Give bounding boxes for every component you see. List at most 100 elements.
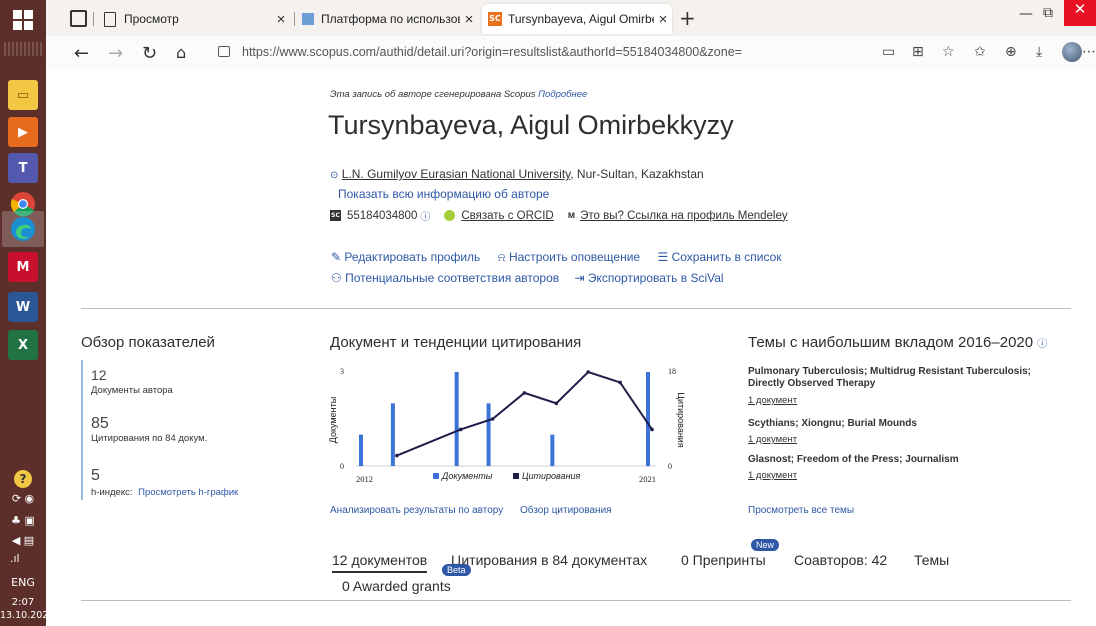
citation-point: [458, 427, 463, 432]
favorite-star-icon[interactable]: ☆: [942, 44, 955, 60]
save-to-list-button[interactable]: ☰ Сохранить в список: [657, 250, 781, 264]
set-alert-button[interactable]: ⍾ Настроить оповещение: [498, 250, 640, 264]
export-scival-button[interactable]: ⇥ Экспортировать в SciVal: [574, 271, 723, 285]
lock-icon[interactable]: [218, 46, 230, 57]
downloads-icon[interactable]: ⤓: [1036, 44, 1042, 60]
topics-info-icon[interactable]: ⓘ: [1037, 339, 1047, 350]
tray-icons-row-1[interactable]: ⟳ ◉: [0, 492, 46, 505]
citations-label: Цитирования по 84 докум.: [91, 433, 208, 444]
y-tick-bottom: 0: [340, 462, 344, 471]
edit-profile-button[interactable]: ✎ Редактировать профиль: [331, 250, 480, 264]
actions-row-1: ✎ Редактировать профиль ⍾ Настроить опов…: [331, 250, 782, 265]
tab-label: Платформа по использовани: [321, 12, 460, 26]
tab-preprints[interactable]: 0 Препринты: [681, 552, 766, 568]
tray-icons-row-3[interactable]: ◀ ▤: [0, 534, 46, 547]
documents-count: 12: [91, 367, 107, 383]
topic-name: Pulmonary Tuberculosis; Multidrug Resist…: [748, 366, 1031, 389]
author-name: Tursynbayeva, Aigul Omirbekkyzy: [328, 110, 734, 140]
new-tab-button[interactable]: +: [679, 6, 696, 30]
mendeley-link[interactable]: Это вы? Ссылка на профиль Mendeley: [580, 210, 787, 222]
author-id: 55184034800: [347, 209, 418, 222]
clock-time[interactable]: 2:07: [0, 597, 46, 608]
orcid-icon: [444, 210, 456, 221]
home-icon[interactable]: ⌂: [176, 43, 186, 62]
document-bar: [646, 372, 650, 466]
more-menu-icon[interactable]: ⋯: [1082, 44, 1096, 60]
citation-overview-link[interactable]: Обзор цитирования: [520, 505, 612, 516]
edge-icon[interactable]: [8, 214, 38, 244]
tab-topics[interactable]: Темы: [914, 552, 949, 568]
reader-view-icon[interactable]: ▭: [882, 44, 895, 60]
forward-icon[interactable]: →: [108, 43, 123, 64]
more-link[interactable]: Подробнее: [538, 89, 587, 100]
collections-icon[interactable]: ⊕: [1005, 44, 1017, 60]
profile-avatar[interactable]: [1062, 42, 1082, 62]
citation-point: [554, 401, 559, 406]
excel-icon[interactable]: X: [8, 330, 38, 360]
save-to-list-label: Сохранить в список: [671, 250, 782, 264]
tab-awarded-grants[interactable]: 0 Awarded grants: [342, 578, 451, 594]
view-all-topics-link[interactable]: Просмотреть все темы: [748, 505, 854, 516]
topic-doc-count-link[interactable]: 1 документ: [748, 470, 1068, 481]
info-icon[interactable]: ⓘ: [420, 208, 430, 223]
h-graph-link[interactable]: Просмотреть h-график: [138, 487, 238, 498]
close-window-button[interactable]: ✕: [1064, 0, 1096, 26]
document-bar: [454, 372, 459, 466]
url-field[interactable]: https://www.scopus.com/authid/detail.uri…: [242, 45, 742, 59]
favorites-icon[interactable]: ✩: [974, 44, 986, 60]
tab-divider: [93, 12, 94, 26]
potential-matches-button[interactable]: ⚇ Потенциальные соответствия авторов: [331, 271, 559, 285]
list-icon: ☰: [657, 250, 669, 264]
document-bar: [550, 434, 555, 466]
restore-icon[interactable]: ⧉: [1043, 5, 1053, 21]
identifiers-row: SC 55184034800 ⓘ Связать с ORCID ᴍ Это в…: [330, 208, 788, 223]
network-icon[interactable]: .ıl: [10, 552, 30, 565]
mcafee-icon[interactable]: M: [8, 252, 38, 282]
file-explorer-icon[interactable]: ▭: [8, 80, 38, 110]
y-axis-label: Документы: [328, 397, 338, 443]
affiliation-location: , Nur-Sultan, Kazakhstan: [570, 167, 704, 181]
citation-point: [395, 453, 399, 458]
tab-coauthors[interactable]: Соавторов: 42: [794, 552, 887, 568]
tab-divider: [294, 12, 295, 26]
media-player-icon[interactable]: ▶: [8, 117, 38, 147]
topics-title-row: Темы с наибольшим вкладом 2016–2020 ⓘ: [748, 334, 1047, 351]
affiliation-link[interactable]: L.N. Gumilyov Eurasian National Universi…: [342, 167, 571, 181]
minimize-icon[interactable]: —: [1019, 6, 1033, 22]
back-icon[interactable]: ←: [74, 43, 89, 64]
orcid-link[interactable]: Связать с ORCID: [461, 210, 553, 222]
close-icon[interactable]: ×: [460, 11, 478, 28]
help-icon[interactable]: ?: [14, 470, 32, 488]
h-index-row: h-индекс: Просмотреть h-график: [91, 487, 238, 498]
document-bar: [359, 434, 363, 466]
citation-point: [490, 417, 495, 421]
documents-label: Документы автора: [91, 385, 173, 396]
analyze-results-link[interactable]: Анализировать результаты по автору: [330, 505, 503, 516]
tab-citations[interactable]: Цитирования в 84 документах: [451, 552, 647, 568]
topic-doc-count-link[interactable]: 1 документ: [748, 434, 1068, 445]
tab-preview[interactable]: Просмотр ×: [100, 4, 290, 34]
potential-matches-label: Потенциальные соответствия авторов: [345, 271, 560, 285]
tab-scopus-author[interactable]: SC Tursynbayeva, Aigul Omirbekkyz ×: [482, 4, 672, 34]
show-all-info-link[interactable]: Показать всю информацию об авторе: [338, 187, 549, 201]
close-icon[interactable]: ×: [272, 11, 290, 28]
tab-actions-icon[interactable]: [70, 10, 87, 27]
app-available-icon[interactable]: ⊞: [912, 44, 924, 60]
topic-doc-count-link[interactable]: 1 документ: [748, 395, 1068, 406]
refresh-icon[interactable]: ↻: [142, 43, 157, 64]
topic-item: Scythians; Xiongnu; Burial Mounds 1 доку…: [748, 418, 1068, 445]
tray-icons-row-2[interactable]: ♣ ▣: [0, 514, 46, 527]
start-icon[interactable]: [13, 10, 33, 30]
teams-icon[interactable]: T: [8, 153, 38, 183]
tab-platform[interactable]: Платформа по использовани ×: [298, 4, 478, 34]
metrics-title: Обзор показателей: [81, 334, 215, 351]
legend-cites-label: Цитирования: [522, 471, 581, 481]
citation-line: [396, 370, 653, 457]
language-indicator[interactable]: ENG: [0, 576, 46, 589]
close-icon[interactable]: ×: [654, 11, 672, 28]
tab-documents[interactable]: 12 документов: [332, 552, 428, 573]
x-tick-last: 2021: [639, 474, 656, 484]
browser-address-bar: ← → ↻ ⌂ https://www.scopus.com/authid/de…: [46, 36, 1096, 71]
clock-date[interactable]: 13.10.2021: [0, 610, 54, 621]
word-icon[interactable]: W: [8, 292, 38, 322]
